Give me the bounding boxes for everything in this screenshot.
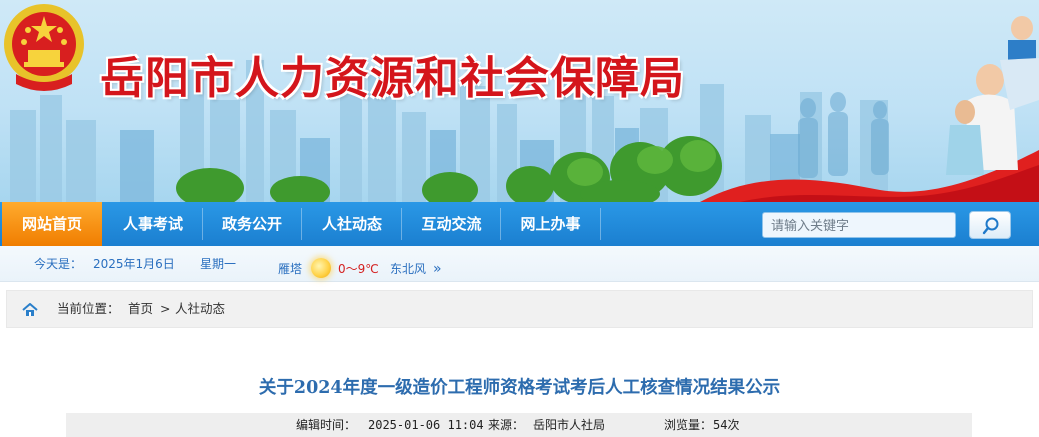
weather-temperature: 0～9℃ (338, 262, 379, 276)
search-button[interactable] (969, 211, 1011, 239)
breadcrumb-label: 当前位置： (57, 301, 120, 316)
source-value: 岳阳市人社局 (533, 418, 606, 432)
search-input[interactable] (762, 212, 956, 238)
source-label: 来源： (488, 418, 525, 432)
weather-wind: 东北风 (390, 262, 427, 276)
today-label: 今天是： (34, 257, 83, 271)
header-banner: 岳阳市人力资源和社会保障局 (0, 0, 1039, 202)
views-value: 54次 (713, 418, 740, 432)
current-weekday: 星期一 (200, 257, 237, 271)
nav-item-online-services[interactable]: 网上办事 (501, 202, 600, 246)
site-title: 岳阳市人力资源和社会保障局 (100, 53, 685, 104)
nav-item-interaction[interactable]: 互动交流 (402, 202, 501, 246)
breadcrumb-separator: > (160, 301, 171, 316)
nav-item-home[interactable]: 网站首页 (2, 202, 102, 246)
breadcrumb-home-link[interactable]: 首页 (128, 290, 153, 328)
nav-item-hr-news[interactable]: 人社动态 (302, 202, 402, 246)
sunny-icon (311, 258, 331, 278)
breadcrumb-current[interactable]: 人社动态 (175, 290, 225, 328)
nav-item-government-affairs[interactable]: 政务公开 (203, 202, 301, 246)
nav-item-personnel-exam[interactable]: 人事考试 (103, 202, 203, 246)
home-icon[interactable] (22, 303, 38, 317)
nav-divider (600, 208, 601, 240)
search-icon (982, 217, 999, 235)
national-emblem-logo (4, 4, 84, 91)
views-label: 浏览量： (664, 418, 713, 432)
article-title: 关于2024年度一级造价工程师资格考试考后人工核查情况结果公示 (258, 378, 781, 398)
weather-more-link[interactable]: » (433, 251, 442, 287)
weather-city: 雁塔 (278, 262, 303, 276)
edit-time-label: 编辑时间： (296, 418, 357, 432)
edit-time-value: 2025-01-06 11:04 (368, 418, 484, 432)
current-date: 2025年1月6日 (93, 257, 175, 271)
